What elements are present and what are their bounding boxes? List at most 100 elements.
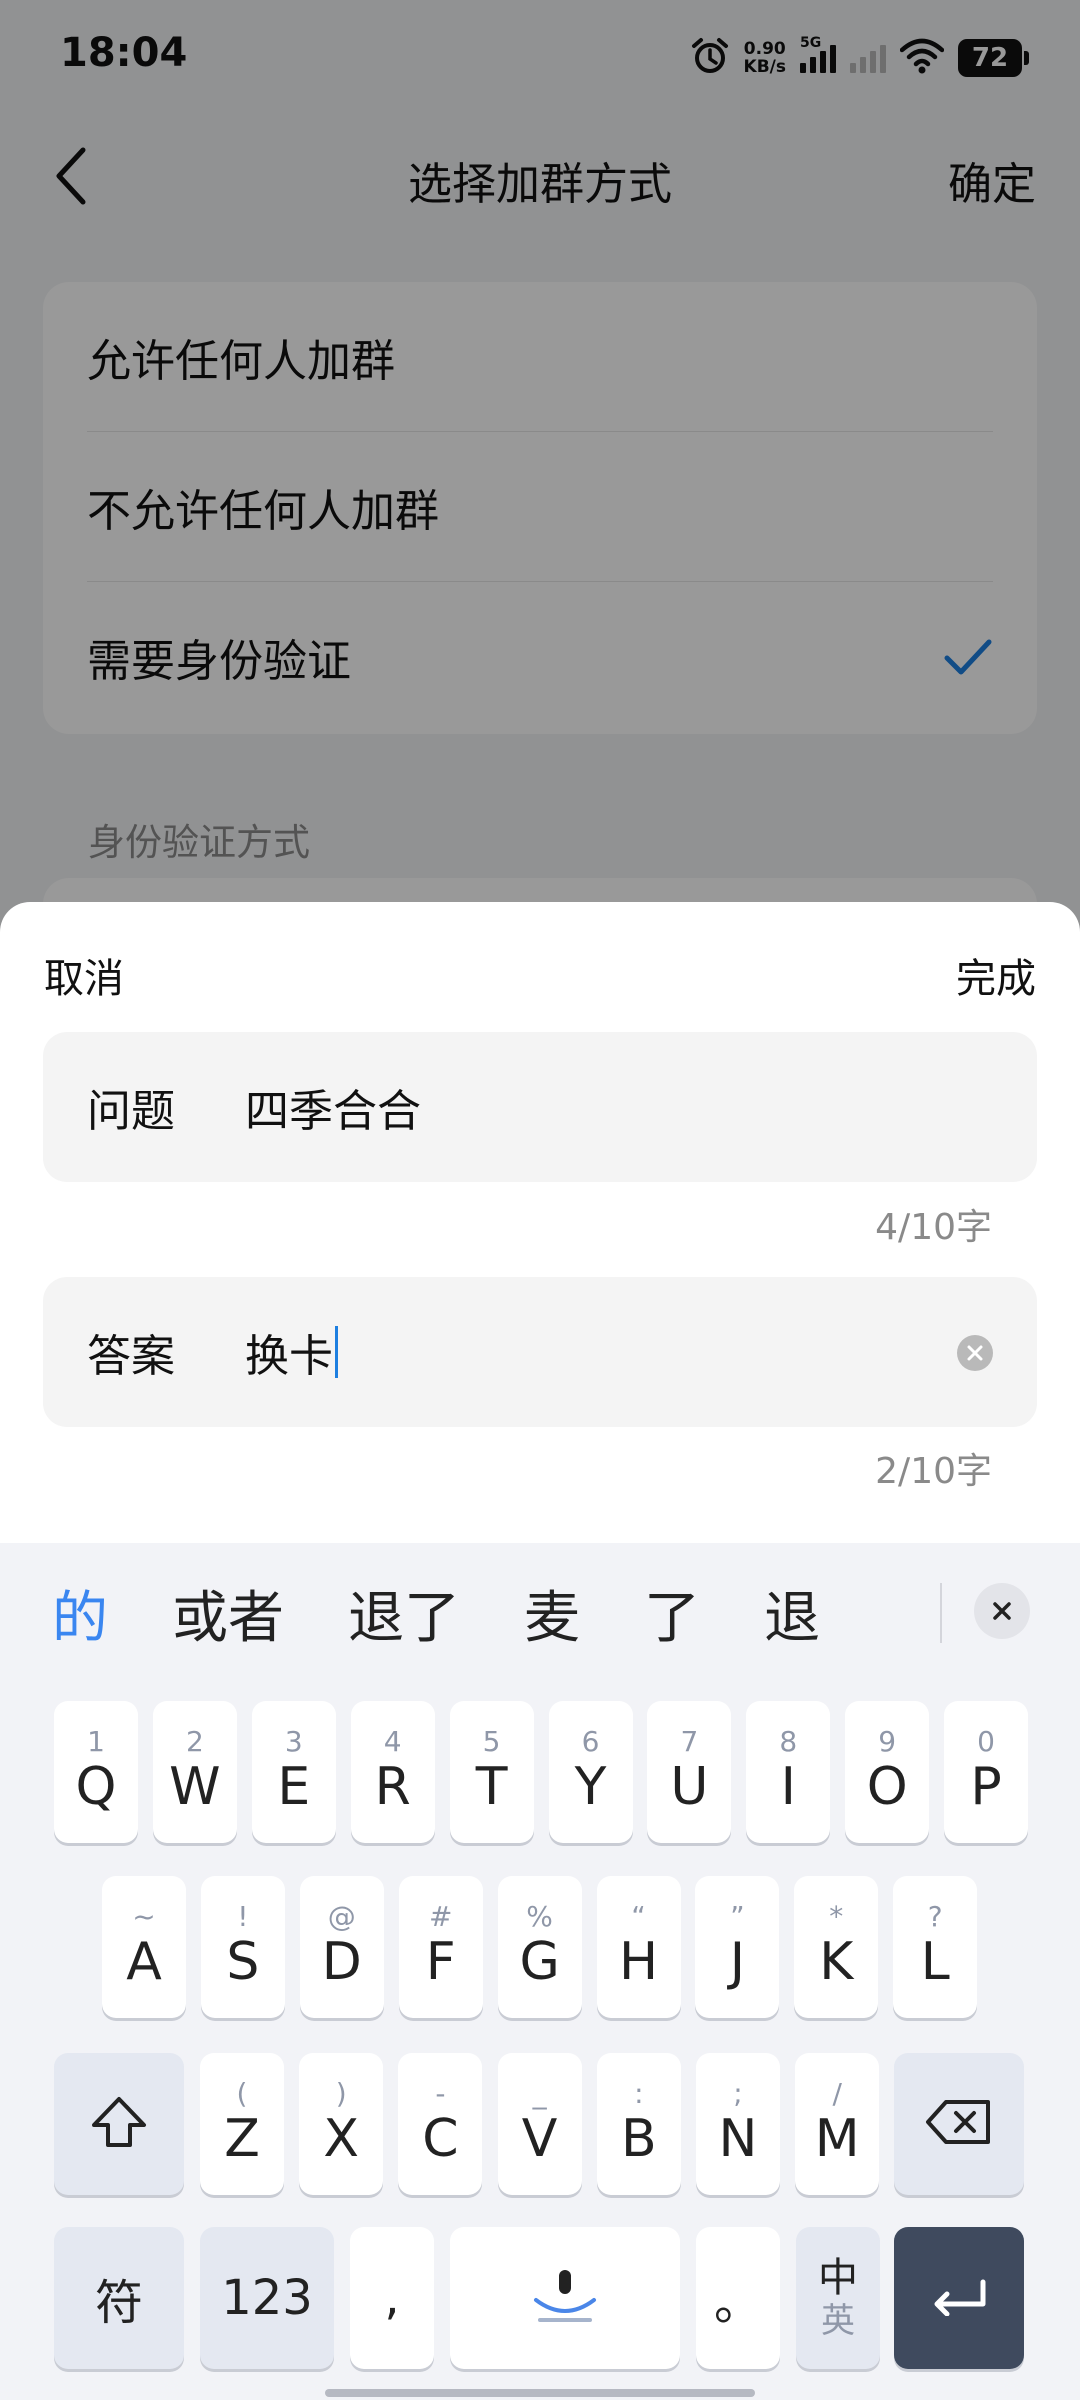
language-chinese-label: 中: [818, 2255, 858, 2301]
period-key-label: 。: [713, 2275, 762, 2331]
key-label: Y: [574, 1757, 607, 1817]
candidate-word[interactable]: 退了: [316, 1573, 492, 1654]
key-hint: #: [428, 1900, 453, 1933]
key-f[interactable]: # F: [398, 1876, 483, 2018]
key-s[interactable]: ! S: [200, 1876, 285, 2018]
candidate-word[interactable]: 麦: [492, 1573, 612, 1654]
key-z[interactable]: (Z: [200, 2053, 284, 2195]
key-label: L: [920, 1932, 950, 1992]
key-hint: @: [327, 1900, 356, 1933]
key-hint: 4: [383, 1725, 402, 1758]
key-hint: 1: [87, 1725, 105, 1758]
shift-key[interactable]: [54, 2053, 184, 2195]
key-v[interactable]: _ V: [497, 2053, 582, 2195]
backspace-icon: [924, 2098, 994, 2150]
symbol-key[interactable]: 符: [54, 2227, 184, 2369]
text-cursor: [335, 1326, 338, 1378]
key-label: W: [169, 1757, 221, 1817]
done-button[interactable]: 完成: [956, 946, 1036, 1004]
key-label: N: [718, 2109, 758, 2169]
home-indicator[interactable]: [325, 2389, 755, 2397]
key-q[interactable]: 1Q: [54, 1701, 138, 1843]
question-input[interactable]: 四季合合: [245, 1075, 421, 1139]
key-label: M: [814, 2109, 860, 2169]
key-label: H: [618, 1932, 659, 1992]
key-k[interactable]: * K: [794, 1876, 879, 2018]
key-hint: 9: [878, 1725, 897, 1758]
period-key[interactable]: 。: [696, 2227, 780, 2369]
key-label: C: [422, 2109, 459, 2169]
key-t[interactable]: 5T: [449, 1701, 534, 1843]
close-icon[interactable]: [974, 1583, 1030, 1639]
key-a[interactable]: ~ A: [102, 1876, 186, 2018]
key-label: V: [521, 2109, 558, 2169]
key-o[interactable]: 9O: [845, 1701, 930, 1843]
key-label: U: [670, 1757, 709, 1817]
space-key[interactable]: [450, 2227, 680, 2369]
key-hint: 8: [779, 1725, 798, 1758]
key-p[interactable]: 0P: [944, 1701, 1029, 1843]
microphone-icon: [530, 2266, 600, 2330]
key-label: Q: [75, 1757, 117, 1817]
key-label: O: [866, 1757, 908, 1817]
key-label: A: [126, 1932, 162, 1992]
key-hint: 6: [581, 1725, 600, 1758]
key-hint: (: [236, 2077, 248, 2110]
key-g[interactable]: % G: [497, 1876, 582, 2018]
key-hint: !: [237, 1900, 249, 1933]
key-m[interactable]: / M: [795, 2053, 880, 2195]
key-hint: 2: [185, 1725, 204, 1758]
key-d[interactable]: @ D: [299, 1876, 384, 2018]
candidate-word[interactable]: 退: [732, 1573, 852, 1654]
key-hint: 7: [680, 1725, 699, 1758]
key-hint: ): [335, 2077, 347, 2110]
key-label: K: [819, 1932, 854, 1992]
key-label: D: [321, 1932, 362, 1992]
key-label: G: [519, 1932, 560, 1992]
candidate-divider: [940, 1583, 942, 1643]
key-label: F: [425, 1932, 456, 1992]
comma-key-label: ,: [384, 2270, 400, 2326]
clear-icon[interactable]: [957, 1335, 993, 1371]
key-e[interactable]: 3E: [251, 1701, 336, 1843]
answer-input[interactable]: 换卡: [245, 1320, 338, 1384]
key-n[interactable]: ; N: [696, 2053, 780, 2195]
answer-field[interactable]: 答案 换卡: [43, 1277, 1037, 1427]
key-label: T: [475, 1757, 508, 1817]
key-label: P: [970, 1757, 1002, 1817]
key-hint: ~: [132, 1900, 156, 1933]
enter-key[interactable]: [894, 2227, 1024, 2369]
key-l[interactable]: ? L: [893, 1876, 978, 2018]
answer-label: 答案: [87, 1331, 175, 1382]
key-c[interactable]: -C: [398, 2053, 483, 2195]
language-switch-key[interactable]: 中 英: [796, 2227, 880, 2369]
key-hint: :: [634, 2077, 644, 2110]
symbol-key-label: 符: [94, 2275, 143, 2331]
key-r[interactable]: 4R: [350, 1701, 435, 1843]
key-y[interactable]: 6Y: [548, 1701, 633, 1843]
question-field[interactable]: 问题 四季合合: [43, 1032, 1037, 1182]
candidate-word[interactable]: 了: [612, 1573, 732, 1654]
answer-char-counter: 2/10字: [875, 1451, 992, 1492]
key-hint: ?: [927, 1900, 943, 1933]
key-b[interactable]: :B: [596, 2053, 681, 2195]
key-label: S: [226, 1932, 260, 1992]
key-label: X: [323, 2109, 359, 2169]
candidate-word[interactable]: 的: [0, 1573, 140, 1654]
key-j[interactable]: ” J: [695, 1876, 780, 2018]
key-h[interactable]: “H: [596, 1876, 681, 2018]
number-key-label: 123: [221, 2270, 313, 2326]
key-hint: 3: [284, 1725, 303, 1758]
number-key[interactable]: 123: [200, 2227, 334, 2369]
key-x[interactable]: ) X: [299, 2053, 384, 2195]
shift-icon: [90, 2095, 148, 2153]
key-u[interactable]: 7U: [647, 1701, 732, 1843]
candidate-word[interactable]: 或者: [140, 1573, 316, 1654]
comma-key[interactable]: ,: [350, 2227, 434, 2369]
key-w[interactable]: 2W: [152, 1701, 237, 1843]
cancel-button[interactable]: 取消: [44, 946, 124, 1004]
key-label: E: [277, 1757, 311, 1817]
backspace-key[interactable]: [894, 2053, 1024, 2195]
key-hint: 0: [977, 1725, 995, 1758]
key-i[interactable]: 8I: [746, 1701, 831, 1843]
